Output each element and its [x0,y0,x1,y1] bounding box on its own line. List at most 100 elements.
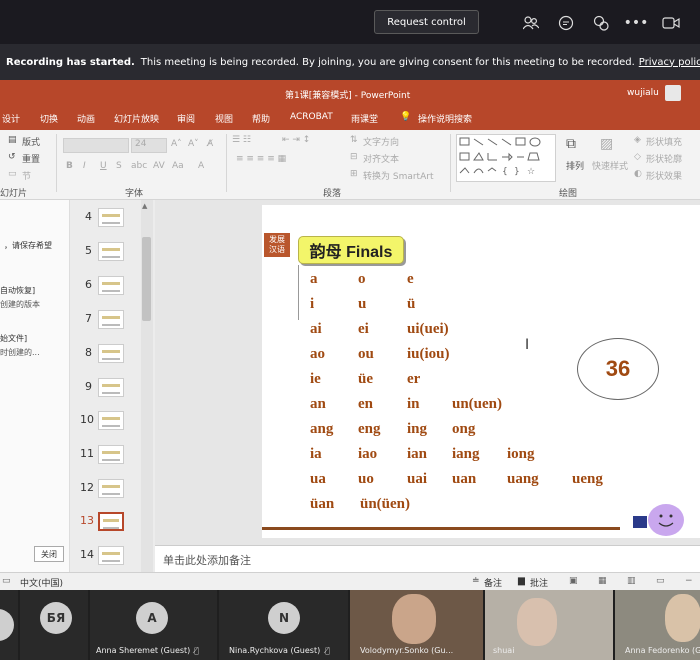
slide-thumbnail-number: 11 [80,447,94,460]
slide-thumbnail[interactable] [98,411,124,430]
slide-sorter-icon[interactable]: ▦ [598,576,607,586]
font-name-box[interactable] [63,138,129,153]
shape-outline-button[interactable]: 形状轮廓 [646,152,682,165]
slide-thumbnail[interactable] [98,242,124,261]
tab-design[interactable]: 设计 [2,112,20,125]
slide-thumbnail[interactable] [98,378,124,397]
slide-canvas[interactable]: 发展 汉语 韵母 Finals a o e i u ü ai ei ui(uei) ao ou iu(… [262,205,700,538]
more-options-icon[interactable]: ••• [624,12,649,34]
shape-fill-button[interactable]: 形状填充 [646,135,682,148]
slide-thumbnail[interactable] [98,208,124,227]
smartart-button[interactable]: 转换为 SmartArt [363,169,433,182]
final-syllable: i [310,296,314,312]
slide-thumbnail[interactable] [98,479,124,498]
info-text-1: ，请保存希望 [4,241,52,250]
spellcheck-icon[interactable]: ▭ [2,576,11,586]
tell-me-search[interactable]: 操作说明搜索 [418,112,472,125]
participant-video-tile[interactable]: Volodymyr.Sonko (Gu... [350,590,483,660]
strikethrough-icon[interactable]: abc [131,161,147,171]
tab-acrobat[interactable]: ACROBAT [290,112,333,122]
language-status[interactable]: 中文(中国) [20,576,63,589]
slide-thumbnail[interactable] [98,512,124,531]
participant-name: shuai [493,646,515,655]
final-syllable: er [407,371,421,387]
align-text-button[interactable]: 对齐文本 [363,152,399,165]
slide-thumbnail[interactable] [98,445,124,464]
participant-video-face [517,598,557,646]
slide-thumbnail[interactable] [98,344,124,363]
participant-video-tile[interactable]: shuai [485,590,613,660]
font-group-label: 字体 [125,189,144,199]
tab-review[interactable]: 审阅 [177,112,195,125]
change-case-icon[interactable]: Aa [172,161,184,171]
reset-button[interactable]: 重置 [22,152,40,165]
notes-toggle-button[interactable]: 备注 [484,576,502,589]
slides-group-label: 幻灯片 [0,189,28,199]
participant-video-tile[interactable]: Anna Fedorenko (G... [615,590,700,660]
reading-view-icon[interactable]: ▥ [627,576,636,586]
info-text-3: 创建的版本 [0,300,40,309]
tab-view[interactable]: 视图 [215,112,233,125]
participant-avatar: N [268,602,300,634]
people-icon[interactable] [520,12,542,34]
shape-effects-button[interactable]: 形状效果 [646,169,682,182]
participant-tile[interactable]: N Nina.Rychkova (Guest) 🎙̸ [219,590,348,660]
close-button[interactable]: 关闭 [34,546,64,562]
final-syllable: o [358,271,366,287]
section-button[interactable]: 节 [22,169,31,182]
scrollbar-thumb[interactable] [142,237,151,321]
participant-tile[interactable] [0,590,18,660]
final-syllable: ün(üen) [360,496,410,512]
arrange-button[interactable]: 排列 [566,159,584,172]
quick-styles-button[interactable]: 快速样式 [592,159,628,172]
final-syllable: ing [407,421,428,437]
reactions-icon[interactable] [590,12,612,34]
underline-icon[interactable]: U [100,161,107,171]
participant-tile[interactable]: A Anna Sheremet (Guest) 🎙̸ [90,590,217,660]
slide-thumbnail[interactable] [98,546,124,565]
privacy-policy-link[interactable]: Privacy policy [639,57,700,68]
status-bar: ▭ 中文(中国) ≐ 备注 ▆ 批注 ▣ ▦ ▥ ▭ − [0,572,700,590]
final-syllable: üan [310,496,335,512]
layout-button[interactable]: 版式 [22,135,40,148]
bullets-icon[interactable]: ☰ ☷ [232,135,251,145]
tab-rain-classroom[interactable]: 雨课堂 [351,112,378,125]
scroll-up-icon[interactable]: ▲ [142,202,147,210]
font-size-box[interactable]: 24 [131,138,167,153]
slide-thumbnail[interactable] [98,310,124,329]
info-text-5: 时创建的... [0,348,40,357]
request-control-button[interactable]: Request control [374,10,479,34]
align-icons[interactable]: ≡ ≡ ≡ ≡ ▦ [236,154,286,164]
indent-icon[interactable]: ⇤ ⇥ ↕ [282,135,310,145]
shrink-font-icon[interactable]: A˅ [188,139,199,149]
slide-thumbnail[interactable] [98,276,124,295]
clear-format-icon[interactable]: A̸ [207,139,213,149]
comments-button[interactable]: 批注 [530,576,548,589]
participant-tile[interactable]: БЯ [20,590,88,660]
camera-icon[interactable] [660,12,682,34]
notes-pane[interactable]: 单击此处添加备注 [155,545,700,572]
shadow-icon[interactable]: S [116,161,122,171]
final-syllable: ueng [572,471,603,487]
zoom-out-icon[interactable]: − [685,576,693,586]
svg-text:☆: ☆ [527,167,535,177]
grow-font-icon[interactable]: A˄ [171,139,182,149]
final-syllable: iao [358,446,377,462]
participant-video-face [392,594,436,644]
slideshow-view-icon[interactable]: ▭ [656,576,665,586]
normal-view-icon[interactable]: ▣ [569,576,578,586]
text-direction-button[interactable]: 文字方向 [363,135,399,148]
final-syllable: ua [310,471,326,487]
chat-icon[interactable] [555,12,577,34]
shapes-gallery[interactable]: { } ☆ [456,134,556,182]
final-syllable: ong [452,421,476,437]
tab-transitions[interactable]: 切换 [40,112,58,125]
tab-help[interactable]: 帮助 [252,112,270,125]
bold-icon[interactable]: B [66,161,73,171]
tab-animations[interactable]: 动画 [77,112,95,125]
user-avatar[interactable] [665,85,681,101]
italic-icon[interactable]: I [83,161,86,171]
spacing-icon[interactable]: AV [153,161,165,171]
tab-slideshow[interactable]: 幻灯片放映 [114,112,159,125]
font-color-icon[interactable]: A [198,161,204,171]
